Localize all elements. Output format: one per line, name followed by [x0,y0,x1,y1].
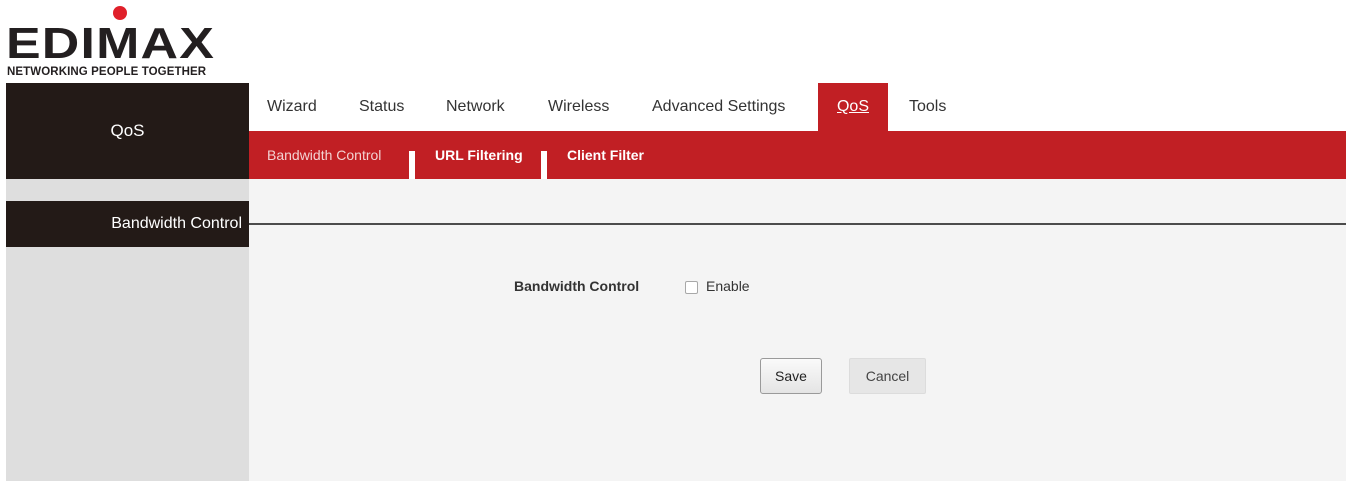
sidebar-item-bandwidth-control[interactable]: Bandwidth Control [6,201,249,247]
sub-nav: Bandwidth Control URL Filtering Client F… [249,131,1346,179]
subnav-separator [541,151,547,179]
save-button[interactable]: Save [760,358,822,394]
tab-qos[interactable]: QoS [818,83,888,131]
section-divider [249,223,1346,225]
tab-wireless[interactable]: Wireless [548,83,609,131]
bandwidth-control-label: Bandwidth Control [514,278,640,294]
enable-checkbox[interactable] [685,281,698,294]
tab-wizard[interactable]: Wizard [267,83,317,131]
sidebar-header: QoS [6,83,249,179]
cancel-button[interactable]: Cancel [849,358,926,394]
logo-dot [113,6,127,20]
tab-tools[interactable]: Tools [909,83,946,131]
logo-tagline: NETWORKING PEOPLE TOGETHER [7,66,207,78]
logo-wordmark: EDIMAX [6,19,216,68]
content-panel: Bandwidth Control Enable Save Cancel [249,179,1346,481]
enable-label[interactable]: Enable [706,278,750,294]
sidebar: QoS Bandwidth Control [6,83,249,481]
subtab-bandwidth-control[interactable]: Bandwidth Control [267,131,381,179]
edimax-logo: EDIMAX NETWORKING PEOPLE TOGETHER [4,4,254,78]
tab-network[interactable]: Network [446,83,505,131]
subtab-url-filtering[interactable]: URL Filtering [435,131,523,179]
subnav-separator [409,151,415,179]
tab-status[interactable]: Status [359,83,404,131]
main-nav: Wizard Status Network Wireless Advanced … [249,83,1346,131]
subtab-client-filter[interactable]: Client Filter [567,131,644,179]
tab-advanced-settings[interactable]: Advanced Settings [652,83,785,131]
